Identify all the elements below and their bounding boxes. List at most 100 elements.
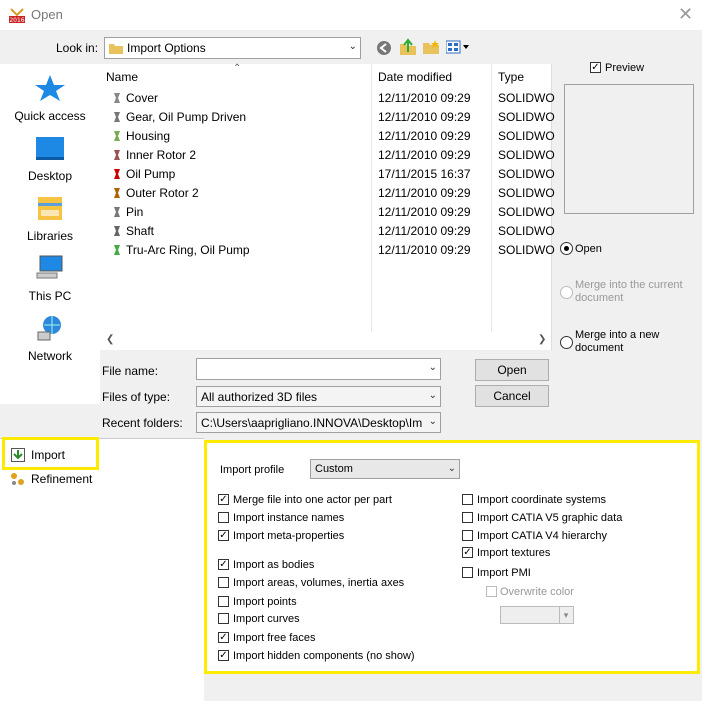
refinement-icon	[11, 473, 24, 485]
place-quick-access[interactable]: Quick access	[0, 74, 100, 123]
file-row[interactable]: Gear, Oil Pump Driven 12/11/2010 09:29 SOL…	[100, 108, 555, 127]
star-icon	[35, 75, 65, 101]
file-list[interactable]: ⌃ Name Date modified Type Cover 12/11/201…	[100, 63, 555, 350]
file-row[interactable]: Outer Rotor 2 12/11/2010 09:29 SOLIDWO	[100, 184, 555, 203]
file-row[interactable]: Oil Pump 17/11/2015 16:37 SOLIDWO	[100, 165, 555, 184]
file-name-cell: Housing	[126, 129, 171, 143]
recent-folders-value: C:\Users\aaprigliano.INNOVA\Desktop\Impo…	[201, 416, 422, 430]
chevron-down-icon: ⌄	[348, 41, 357, 52]
file-date-cell: 12/11/2010 09:29	[378, 129, 471, 143]
scroll-right-icon[interactable]: ❯	[538, 334, 546, 345]
import-profile-label: Import profile	[220, 464, 285, 476]
back-icon[interactable]	[376, 40, 392, 56]
place-desktop[interactable]: Desktop	[0, 134, 100, 183]
merge-current-radio[interactable]	[560, 286, 573, 299]
file-date-cell: 12/11/2010 09:29	[378, 110, 471, 124]
color-picker[interactable]: ▾	[500, 606, 574, 624]
file-row[interactable]: Cover 12/11/2010 09:29 SOLIDWO	[100, 89, 555, 108]
merge-current-radio-label: Merge into the current document	[575, 279, 683, 304]
option-checkbox[interactable]	[462, 567, 473, 578]
computer-icon	[36, 255, 63, 279]
import-profile-select[interactable]: Custom ⌄	[310, 459, 460, 479]
place-libraries[interactable]: Libraries	[0, 194, 100, 243]
option-label: Merge file into one actor per part	[233, 494, 392, 506]
file-row[interactable]: Inner Rotor 2 12/11/2010 09:29 SOLIDWO	[100, 146, 555, 165]
option-checkbox[interactable]	[218, 596, 229, 607]
place-label: This PC	[28, 289, 72, 303]
option-checkbox[interactable]	[218, 577, 229, 588]
place-label: Libraries	[26, 229, 74, 243]
chevron-down-icon: ⌄	[447, 463, 456, 474]
file-name-cell: Outer Rotor 2	[126, 186, 199, 200]
look-in-combo[interactable]: Import Options ⌄	[104, 37, 361, 59]
chevron-down-icon: ⌄	[428, 390, 437, 401]
file-name-cell: Gear, Oil Pump Driven	[126, 110, 247, 124]
option-checkbox[interactable]	[218, 512, 229, 523]
place-network[interactable]: Network	[0, 314, 100, 363]
merge-new-radio[interactable]	[560, 336, 573, 349]
network-icon	[37, 316, 61, 341]
option-checkbox[interactable]: ✓	[218, 530, 229, 541]
place-this-pc[interactable]: This PC	[0, 254, 100, 303]
places-bar: Quick access Desktop Libraries This PC N…	[0, 64, 100, 404]
file-name-cell: Cover	[126, 91, 159, 105]
file-row[interactable]: Pin 12/11/2010 09:29 SOLIDWO	[100, 203, 555, 222]
folder-icon	[109, 44, 123, 54]
file-row[interactable]: Housing 12/11/2010 09:29 SOLIDWO	[100, 127, 555, 146]
option-checkbox[interactable]: ✓	[218, 559, 229, 570]
file-type-cell: SOLIDWO	[498, 148, 555, 162]
open-button[interactable]: Open	[475, 359, 549, 381]
file-date-cell: 12/11/2010 09:29	[378, 91, 471, 105]
file-row[interactable]: Tru-Arc Ring, Oil Pump 12/11/2010 09:29 SO…	[100, 241, 555, 260]
recent-folders-label: Recent folders:	[102, 416, 183, 430]
new-folder-icon[interactable]	[422, 39, 440, 55]
option-checkbox[interactable]	[462, 512, 473, 523]
cancel-button[interactable]: Cancel	[475, 385, 549, 407]
file-date-cell: 17/11/2015 16:37	[378, 167, 471, 181]
up-folder-icon[interactable]	[399, 38, 417, 56]
nav-import[interactable]: Import	[31, 448, 65, 462]
view-menu-icon[interactable]	[445, 40, 470, 57]
option-label: Import coordinate systems	[477, 494, 606, 506]
option-checkbox[interactable]: ✓	[218, 494, 229, 505]
part-file-icon	[114, 93, 120, 103]
option-checkbox[interactable]: ✓	[462, 547, 473, 558]
file-name-cell: Oil Pump	[126, 167, 176, 181]
column-header-name[interactable]: Name	[106, 70, 138, 84]
app-logo-icon: 2016	[8, 6, 26, 24]
option-label: Import meta-properties	[233, 530, 345, 542]
option-checkbox[interactable]: ✓	[218, 650, 229, 661]
file-date-cell: 12/11/2010 09:29	[378, 148, 471, 162]
scroll-left-icon[interactable]: ❮	[106, 334, 114, 345]
option-checkbox[interactable]	[462, 494, 473, 505]
import-icon	[11, 448, 25, 462]
option-checkbox[interactable]: ✓	[218, 632, 229, 643]
file-name-input[interactable]: ⌄	[196, 358, 441, 380]
import-profile-value: Custom	[315, 463, 353, 475]
option-label: Import instance names	[233, 512, 345, 524]
file-row[interactable]: Shaft 12/11/2010 09:29 SOLIDWO	[100, 222, 555, 241]
column-header-date[interactable]: Date modified	[378, 70, 452, 84]
part-file-icon	[114, 188, 120, 198]
file-type-cell: SOLIDWO	[498, 224, 555, 238]
overwrite-color-checkbox[interactable]	[486, 586, 497, 597]
preview-label: Preview	[605, 62, 645, 74]
color-dropdown-icon: ▾	[559, 607, 572, 623]
part-file-icon	[114, 245, 120, 255]
app-badge-text: 2016	[9, 17, 24, 24]
files-of-type-select[interactable]: All authorized 3D files ⌄	[196, 386, 441, 407]
open-radio[interactable]	[560, 242, 573, 255]
file-name-cell: Shaft	[126, 224, 155, 238]
chevron-down-icon: ⌄	[428, 416, 437, 427]
close-icon[interactable]: ✕	[678, 4, 693, 25]
option-label: Import points	[233, 596, 297, 608]
recent-folders-select[interactable]: C:\Users\aaprigliano.INNOVA\Desktop\Impo…	[196, 412, 441, 433]
option-label: Import CATIA V5 graphic data	[477, 512, 623, 524]
nav-refinement[interactable]: Refinement	[31, 472, 92, 486]
preview-checkbox[interactable]: ✓	[590, 62, 601, 73]
part-file-icon	[114, 226, 120, 236]
option-checkbox[interactable]	[218, 613, 229, 624]
column-header-type[interactable]: Type	[498, 70, 524, 84]
option-checkbox[interactable]	[462, 530, 473, 541]
place-label: Quick access	[14, 109, 86, 123]
